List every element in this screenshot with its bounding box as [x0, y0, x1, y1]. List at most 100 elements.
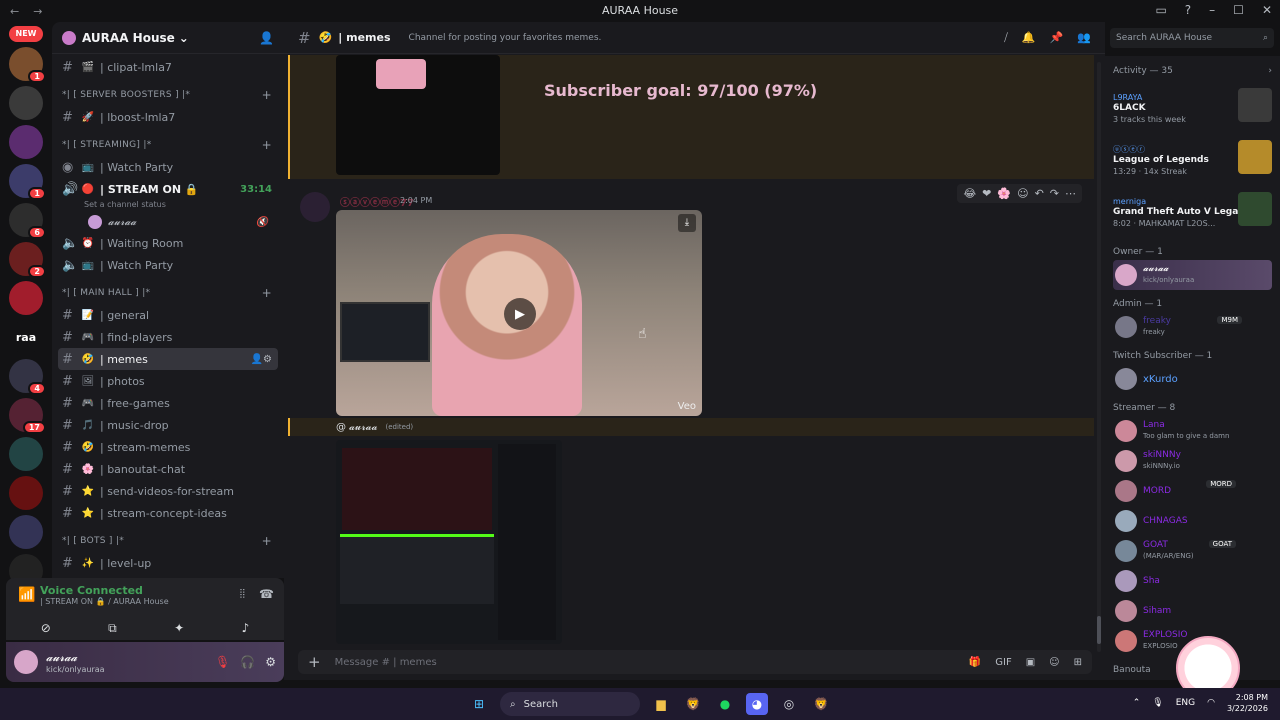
activity-card[interactable]: L9RAYA 6LACK 3 tracks this week — [1113, 82, 1272, 134]
user-name[interactable]: 𝓪𝓾𝓻𝓪𝓪 — [46, 651, 105, 665]
channel-banoutat-chat[interactable]: # 🌸 | banoutat-chat — [58, 458, 278, 480]
server-icon[interactable]: 4 — [9, 359, 46, 395]
start-icon[interactable]: ⊞ — [468, 693, 490, 715]
channel-watch-party-2[interactable]: 🔈 📺 | Watch Party — [58, 254, 278, 276]
signal-icon[interactable]: 📶 — [18, 587, 35, 603]
message-input[interactable]: Message # | memes — [335, 657, 437, 668]
video-attachment[interactable]: ▶ ⤓ Veo — [336, 210, 702, 416]
member-streamer[interactable]: Siham — [1113, 596, 1272, 626]
headphones-icon[interactable]: 🎧 — [240, 655, 255, 669]
voice-user[interactable]: 𝓪𝓾𝓻𝓪𝓪 🔇 — [58, 212, 278, 232]
search-input[interactable]: Search AURAA House ⌕ — [1110, 28, 1274, 48]
chevron-up-icon[interactable]: ⌃ — [1133, 698, 1141, 708]
spotify-icon[interactable]: ● — [714, 693, 736, 715]
clock[interactable]: 2:08 PM 3/22/2026 — [1227, 692, 1268, 714]
server-icon[interactable]: raa — [9, 320, 43, 354]
add-reaction-icon[interactable]: ☺ — [1017, 187, 1028, 200]
disconnect-icon[interactable]: ☎ — [259, 587, 274, 602]
voice-status[interactable]: Voice Connected — [14, 584, 276, 597]
gear-icon[interactable]: ⚙ — [265, 655, 276, 669]
channel-level-up[interactable]: # ✨ | level-up — [58, 552, 278, 574]
voice-channel-path[interactable]: | STREAM ON 🔒 / AURAA House — [14, 597, 276, 606]
mic-icon[interactable]: 🎙 — [1152, 698, 1163, 708]
download-icon[interactable]: ⤓ — [678, 214, 696, 232]
message-composer[interactable]: + Message # | memes 🎁 GIF ▣ ☺ ⊞ — [298, 650, 1092, 674]
member-streamer[interactable]: GOAT (MAR/AR/ENG) GOAT — [1113, 536, 1272, 566]
server-icon[interactable]: 2 — [9, 242, 46, 278]
avatar[interactable] — [300, 192, 330, 222]
member-streamer[interactable]: Lana Too glam to give a damn — [1113, 416, 1272, 446]
channel-general[interactable]: # 📝 | general — [58, 304, 278, 326]
gif-icon[interactable]: GIF — [995, 657, 1011, 668]
channel-lboost[interactable]: # 🚀 | lboost-lmla7 — [58, 106, 278, 128]
channel-stream-on[interactable]: 🔊 🔴 | STREAM ON 🔒 33:14 — [58, 178, 278, 200]
activity-header[interactable]: Activity — 35 › — [1113, 60, 1272, 82]
close-button[interactable]: ✕ — [1262, 3, 1272, 17]
folder-icon[interactable]: ▆ — [650, 693, 672, 715]
member-streamer[interactable]: MORD MORD — [1113, 476, 1272, 506]
camera-off-icon[interactable]: ⊘ — [41, 621, 51, 636]
channel-clipat[interactable]: # 🎬 | clipat-lmla7 — [58, 56, 278, 78]
member-twitch[interactable]: xKurdo — [1113, 364, 1272, 394]
forward-icon[interactable]: ↷ — [1050, 187, 1059, 200]
channel-watch-party[interactable]: ◉ 📺 | Watch Party — [58, 156, 278, 178]
language[interactable]: ENG — [1176, 698, 1195, 708]
server-icon[interactable] — [9, 476, 43, 510]
screen-share-icon[interactable]: ⧉ — [108, 621, 117, 636]
server-icon[interactable] — [9, 86, 43, 120]
category-boosters[interactable]: *| [ SERVER BOOSTERS ] |* + — [58, 84, 278, 106]
server-icon[interactable]: 1 — [9, 47, 46, 83]
sticker-icon[interactable]: ▣ — [1026, 657, 1035, 668]
brave-icon[interactable]: 🦁 — [682, 693, 704, 715]
server-icon[interactable] — [9, 437, 43, 471]
help-icon[interactable]: ? — [1185, 3, 1191, 17]
server-icon[interactable]: 17 — [9, 398, 46, 434]
emoji-icon[interactable]: ☺ — [1049, 657, 1059, 668]
server-icon[interactable] — [9, 515, 43, 549]
add-channel-icon[interactable]: + — [262, 534, 272, 548]
forward-arrow-icon[interactable]: → — [33, 5, 42, 18]
pin-icon[interactable]: 📌 — [1050, 31, 1064, 45]
channel-settings-icon[interactable]: 👤⚙ — [251, 354, 272, 365]
threads-icon[interactable]: ⧸ — [1004, 31, 1008, 45]
channel-free-games[interactable]: # 🎮 | free-games — [58, 392, 278, 414]
member-admin[interactable]: freaky freaky M9M — [1113, 312, 1272, 342]
brave-alt-icon[interactable]: 🦁 — [810, 693, 832, 715]
member-streamer[interactable]: skiNNNy skiNNNy.io — [1113, 446, 1272, 476]
wifi-icon[interactable]: ◠ — [1207, 698, 1215, 708]
member-list-icon[interactable]: 👥 — [1077, 31, 1091, 45]
channel-topic[interactable]: Channel for posting your favorites memes… — [409, 33, 602, 43]
add-channel-icon[interactable]: + — [262, 286, 272, 300]
mention[interactable]: @ 𝓪𝓾𝓻𝓪𝓪 — [336, 422, 377, 433]
add-channel-icon[interactable]: + — [262, 88, 272, 102]
noise-suppression-icon[interactable]: ⦙⦙ — [240, 587, 245, 602]
chevron-right-icon[interactable]: › — [1268, 66, 1272, 76]
more-icon[interactable]: ⋯ — [1065, 187, 1076, 200]
mic-muted-icon[interactable]: 🎙 — [215, 655, 230, 669]
image-attachment[interactable] — [336, 55, 500, 175]
server-icon[interactable] — [9, 125, 43, 159]
channel-status[interactable]: Set a channel status — [58, 200, 278, 212]
activities-icon[interactable]: ✦ — [174, 621, 184, 636]
category-main-hall[interactable]: *| [ MAIN HALL ] |* + — [58, 282, 278, 304]
member-owner[interactable]: 𝓪𝓾𝓻𝓪𝓪 kick/onlyauraa — [1113, 260, 1272, 290]
maximize-button[interactable]: ☐ — [1233, 3, 1244, 17]
taskbar-search[interactable]: ⌕ Search — [500, 692, 640, 716]
server-icon[interactable]: 1 — [9, 164, 46, 200]
activity-card[interactable]: merniga Grand Theft Auto V Legacy 8:02 · M… — [1113, 186, 1272, 238]
member-streamer[interactable]: CHNAGAS — [1113, 506, 1272, 536]
channel-stream-memes[interactable]: # 🤣 | stream-memes — [58, 436, 278, 458]
category-streaming[interactable]: *| [ STREAMING] |* + — [58, 134, 278, 156]
channel-memes[interactable]: # 🤣 | memes 👤⚙ — [58, 348, 278, 370]
channel-send-videos[interactable]: # ⭐ | send-videos-for-stream — [58, 480, 278, 502]
server-icon[interactable] — [9, 281, 43, 315]
avatar[interactable] — [14, 650, 38, 674]
reply-icon[interactable]: ↶ — [1035, 187, 1044, 200]
add-attachment-icon[interactable]: + — [308, 653, 321, 671]
member-streamer[interactable]: Sha — [1113, 566, 1272, 596]
minimize-button[interactable]: – — [1209, 3, 1215, 17]
channel-stream-concept[interactable]: # ⭐ | stream-concept-ideas — [58, 502, 278, 524]
add-member-icon[interactable]: 👤 — [259, 31, 274, 45]
gift-icon[interactable]: 🎁 — [969, 657, 981, 668]
scrollbar-thumb[interactable] — [1097, 616, 1101, 644]
